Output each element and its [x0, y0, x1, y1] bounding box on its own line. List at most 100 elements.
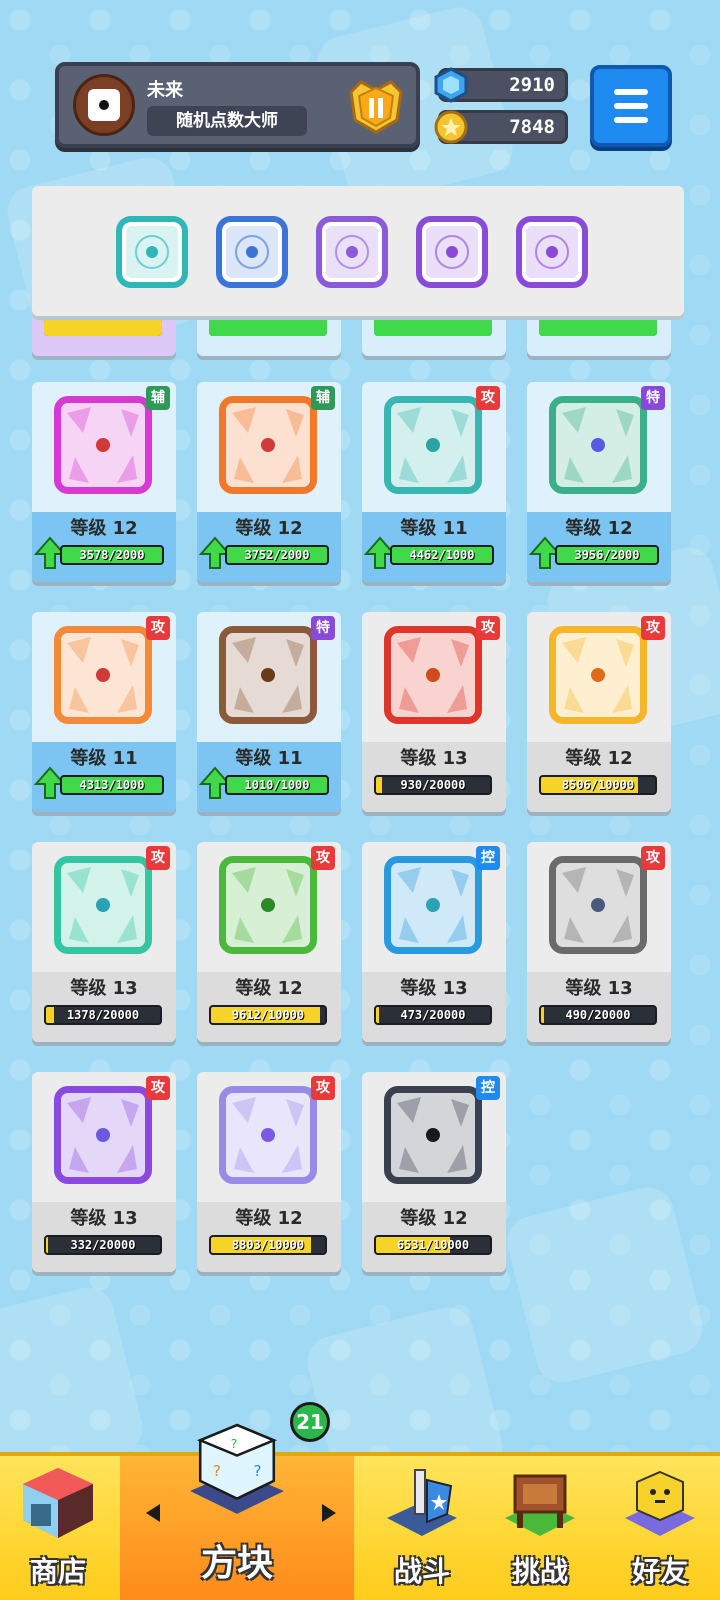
die-pip	[261, 438, 275, 452]
chevron-left-icon[interactable]	[146, 1504, 160, 1522]
bow-die-icon	[54, 626, 152, 724]
svg-text:?: ?	[253, 1462, 261, 1480]
dice-level: 等级 12	[400, 1208, 468, 1229]
progress-text: 9612/10000	[231, 1008, 305, 1022]
die-pip	[261, 668, 275, 682]
dice-card[interactable]: 辅等级 12 3752/2000	[197, 382, 341, 582]
progress-bar: 1378/20000	[44, 1005, 162, 1025]
bottom-nav: 商店 ? ? ? 方块 战斗 挑战 好友	[0, 1423, 720, 1600]
dice-card[interactable]: 攻等级 11 4313/1000	[32, 612, 176, 812]
die-pip	[591, 898, 605, 912]
coin-icon	[434, 110, 468, 144]
progress-bar	[374, 318, 492, 336]
dice-level: 等级 12	[565, 748, 633, 769]
progress-text: 3752/2000	[244, 548, 310, 562]
progress-bar: 473/20000	[374, 1005, 492, 1025]
dice-level: 等级 13	[565, 978, 633, 999]
dice-card[interactable]: 控等级 13 473/20000	[362, 842, 506, 1042]
splash-die-icon	[384, 396, 482, 494]
dice-type-tag: 特	[311, 616, 335, 640]
dice-card[interactable]: 攻等级 12 8506/10000	[527, 612, 671, 812]
nav-battle[interactable]: 战斗	[364, 1456, 480, 1600]
coin-counter[interactable]: 7848	[434, 110, 568, 144]
dice-level: 等级 12	[235, 978, 303, 999]
dice-type-tag: 攻	[476, 616, 500, 640]
dice-type-tag: 攻	[641, 616, 665, 640]
gear-die-icon	[549, 856, 647, 954]
nav-label: 战斗	[393, 1555, 450, 1588]
target-die-icon[interactable]	[514, 214, 590, 290]
dice-card[interactable]: 控等级 12 6531/10000	[362, 1072, 506, 1272]
progress-bar	[44, 318, 162, 336]
die-pip	[426, 438, 440, 452]
progress-bar: 6531/10000	[374, 1235, 492, 1255]
nav-shop[interactable]: 商店	[0, 1456, 116, 1600]
progress-bar: 9612/10000	[209, 1005, 327, 1025]
dice-card[interactable]: 特等级 12 3956/2000	[527, 382, 671, 582]
ice-sword-die-icon[interactable]	[114, 214, 190, 290]
friends-icon	[625, 1470, 695, 1536]
challenge-icon	[505, 1474, 575, 1536]
dice-level: 等级 13	[70, 1208, 138, 1229]
nav-challenge[interactable]: 挑战	[482, 1456, 598, 1600]
progress-text: 332/20000	[70, 1238, 136, 1252]
progress-text: 930/20000	[400, 778, 466, 792]
progress-text: 3578/2000	[79, 548, 145, 562]
dice-level: 等级 13	[400, 978, 468, 999]
svg-text:?: ?	[213, 1462, 221, 1480]
nav-label: 好友	[631, 1555, 688, 1588]
rank-crown-icon[interactable]	[345, 74, 407, 136]
poison-die-icon	[219, 856, 317, 954]
dice-level: 等级 13	[70, 978, 138, 999]
dice-box-icon: ? ? ?	[190, 1423, 284, 1514]
progress-bar: 930/20000	[374, 775, 492, 795]
lightning-die-icon[interactable]	[314, 214, 390, 290]
gem-icon	[434, 67, 468, 103]
snowflake-die-icon[interactable]	[214, 214, 290, 290]
sword-die-icon	[219, 396, 317, 494]
progress-bar: 8506/10000	[539, 775, 657, 795]
dice-count-badge: 21	[290, 1402, 330, 1442]
progress-text: 473/20000	[400, 1008, 466, 1022]
die-pip	[426, 668, 440, 682]
dice-type-tag: 攻	[146, 616, 170, 640]
progress-bar	[539, 318, 657, 336]
progress-bar: 4462/1000	[390, 545, 494, 565]
nav-friends[interactable]: 好友	[600, 1456, 720, 1600]
dice-card[interactable]: 辅等级 12 3578/2000	[32, 382, 176, 582]
dice-level: 等级 13	[400, 748, 468, 769]
avatar[interactable]	[73, 74, 135, 136]
chevron-right-icon[interactable]	[322, 1504, 336, 1522]
arrows-die-icon	[54, 1086, 152, 1184]
dice-type-tag: 攻	[311, 846, 335, 870]
progress-text: 490/20000	[565, 1008, 631, 1022]
dice-card[interactable]: 攻等级 13 490/20000	[527, 842, 671, 1042]
background-dice	[501, 1181, 709, 1389]
dice-card[interactable]: 攻等级 13 1378/20000	[32, 842, 176, 1042]
dice-card[interactable]: 攻等级 13 332/20000	[32, 1072, 176, 1272]
fire-die-icon	[384, 626, 482, 724]
dice-card[interactable]: 攻等级 13 930/20000	[362, 612, 506, 812]
dice-level: 等级 12	[235, 1208, 303, 1229]
die-pip	[426, 898, 440, 912]
hamburger-line	[614, 103, 648, 109]
progress-text: 6531/10000	[396, 1238, 470, 1252]
wind-die-icon	[54, 856, 152, 954]
menu-button[interactable]	[590, 65, 672, 147]
gem-count: 2910	[509, 74, 555, 96]
progress-text: 8506/10000	[561, 778, 635, 792]
nav-dice[interactable]: ? ? ? 方块	[120, 1423, 354, 1600]
dice-avatar-icon	[88, 89, 120, 121]
progress-bar: 4313/1000	[60, 775, 164, 795]
dice-card[interactable]: 特等级 11 1010/1000	[197, 612, 341, 812]
progress-bar: 3956/2000	[555, 545, 659, 565]
dice-card[interactable]: 攻等级 12 8803/10000	[197, 1072, 341, 1272]
dice-card[interactable]: 攻等级 11 4462/1000	[362, 382, 506, 582]
arcane-die-icon[interactable]	[414, 214, 490, 290]
hands-die-icon	[549, 396, 647, 494]
gem-counter[interactable]: 2910	[434, 67, 568, 103]
progress-bar: 3752/2000	[225, 545, 329, 565]
dice-card[interactable]: 攻等级 12 9612/10000	[197, 842, 341, 1042]
dice-type-tag: 攻	[146, 846, 170, 870]
player-profile[interactable]: 未来 随机点数大师	[55, 62, 420, 148]
